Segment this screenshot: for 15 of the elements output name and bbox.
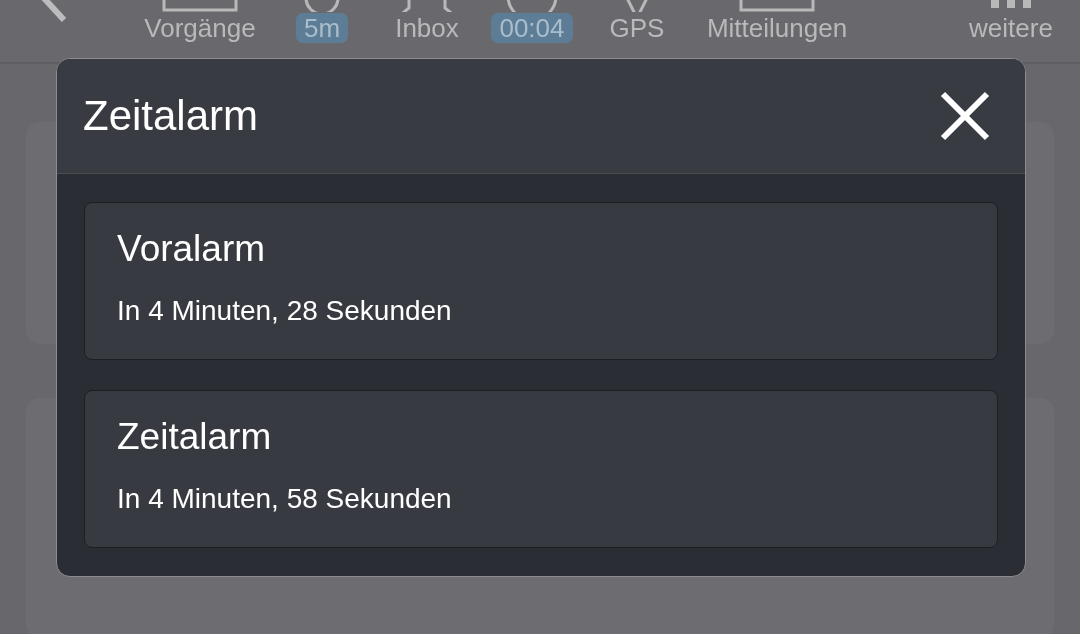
toolbar-tab[interactable]: GPS xyxy=(609,12,665,44)
toolbar-tab[interactable]: Mitteilungen xyxy=(706,12,848,44)
alarm-card[interactable]: Voralarm In 4 Minuten, 28 Sekunden xyxy=(84,202,998,360)
toolbar-tab[interactable]: Inbox xyxy=(395,12,459,44)
toolbar-tab[interactable]: weitere xyxy=(969,12,1053,44)
alarm-name: Voralarm xyxy=(117,227,267,271)
alarm-time: In 4 Minuten, 28 Sekunden xyxy=(117,294,453,328)
alarm-card[interactable]: Zeitalarm In 4 Minuten, 58 Sekunden xyxy=(84,390,998,548)
toolbar-tab[interactable]: Vorgänge xyxy=(144,12,256,44)
count-badge[interactable]: 5m xyxy=(295,13,349,43)
count-badge[interactable]: 00:04 xyxy=(491,13,573,43)
dialog-title: Zeitalarm xyxy=(83,92,259,140)
alarm-time: In 4 Minuten, 58 Sekunden xyxy=(117,482,453,516)
close-icon[interactable] xyxy=(939,90,991,142)
alarm-name: Zeitalarm xyxy=(117,415,273,459)
